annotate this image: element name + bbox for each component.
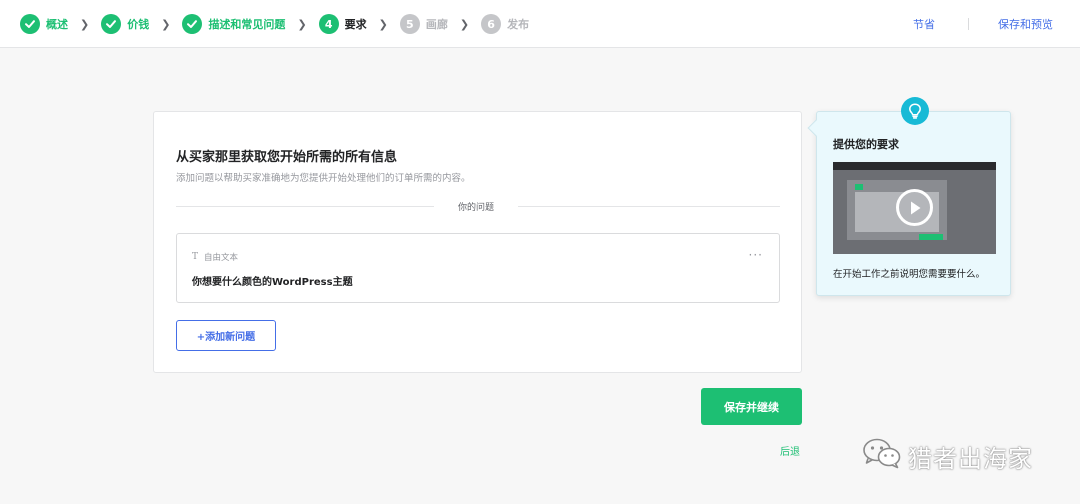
tip-description: 在开始工作之前说明您需要要什么。 xyxy=(833,269,986,280)
card-title: 从买家那里获取您开始所需的所有信息 xyxy=(176,150,398,165)
save-link[interactable]: 节省 xyxy=(913,16,935,32)
step-label: 发布 xyxy=(507,18,530,31)
tip-panel: 提供您的要求 在开始工作之前说明您需要要什么。 xyxy=(807,97,1011,296)
tip-pointer xyxy=(807,119,825,137)
chevron-right-icon: ❯ xyxy=(80,17,90,31)
watermark-text: 猎者出海家 xyxy=(908,444,1033,473)
progress-steps: 概述 ❯ 价钱 ❯ 描述和常见问题 ❯ 4 要求 ❯ 5 画廊 ❯ 6 发布 xyxy=(20,12,529,36)
requirements-card: 从买家那里获取您开始所需的所有信息 添加问题以帮助买家准确地为您提供开始处理他们… xyxy=(153,111,802,373)
save-and-preview-link[interactable]: 保存和预览 xyxy=(998,16,1053,32)
step-label: 描述和常见问题 xyxy=(208,18,286,31)
back-link[interactable]: 后退 xyxy=(780,443,800,458)
step-number: 5 xyxy=(399,14,420,34)
text-type-icon: T xyxy=(192,252,199,262)
card-subtitle: 添加问题以帮助买家准确地为您提供开始处理他们的订单所需的内容。 xyxy=(176,173,471,184)
step-label: 价钱 xyxy=(127,18,150,31)
step-description-faq[interactable]: 描述和常见问题 xyxy=(182,14,285,34)
check-icon xyxy=(182,14,203,34)
step-number: 6 xyxy=(481,14,502,34)
step-pricing[interactable]: 价钱 xyxy=(101,14,149,34)
step-label: 概述 xyxy=(46,18,68,31)
step-gallery[interactable]: 5 画廊 xyxy=(399,14,448,34)
video-thumbnail-header xyxy=(833,162,996,170)
chevron-right-icon: ❯ xyxy=(378,17,388,31)
topbar-actions: 节省 保存和预览 xyxy=(913,16,1053,32)
tutorial-video[interactable] xyxy=(833,162,996,254)
step-label: 画廊 xyxy=(425,18,448,31)
chevron-right-icon: ❯ xyxy=(459,17,470,31)
chevron-right-icon: ❯ xyxy=(161,17,171,31)
step-overview[interactable]: 概述 xyxy=(20,14,68,34)
save-and-continue-button[interactable]: 保存并继续 xyxy=(701,388,802,425)
divider xyxy=(968,18,969,30)
video-thumbnail-accent xyxy=(855,184,863,190)
play-icon[interactable] xyxy=(896,189,933,226)
question-type: T 自由文本 xyxy=(192,251,238,263)
lightbulb-icon xyxy=(901,97,929,125)
tip-title: 提供您的要求 xyxy=(833,138,899,151)
section-label: 你的问题 xyxy=(434,200,519,213)
chevron-right-icon: ❯ xyxy=(297,17,307,31)
video-thumbnail-button xyxy=(919,234,943,240)
step-requirements[interactable]: 4 要求 xyxy=(318,14,367,34)
question-item[interactable]: T 自由文本 你想要什么颜色的WordPress主题 ··· xyxy=(176,233,780,303)
check-icon xyxy=(20,14,40,34)
question-type-label: 自由文本 xyxy=(204,253,239,263)
step-label: 要求 xyxy=(344,18,367,31)
step-publish[interactable]: 6 发布 xyxy=(481,14,529,34)
check-icon xyxy=(101,14,122,34)
top-navigation-bar: 概述 ❯ 价钱 ❯ 描述和常见问题 ❯ 4 要求 ❯ 5 画廊 ❯ 6 发布 节… xyxy=(0,0,1080,48)
question-text: 你想要什么颜色的WordPress主题 xyxy=(192,277,353,288)
wechat-icon xyxy=(862,437,902,475)
step-number: 4 xyxy=(318,14,339,34)
watermark: 猎者出海家 xyxy=(862,437,1033,475)
add-question-button[interactable]: +添加新问题 xyxy=(176,320,276,351)
more-options-icon[interactable]: ··· xyxy=(749,248,763,262)
